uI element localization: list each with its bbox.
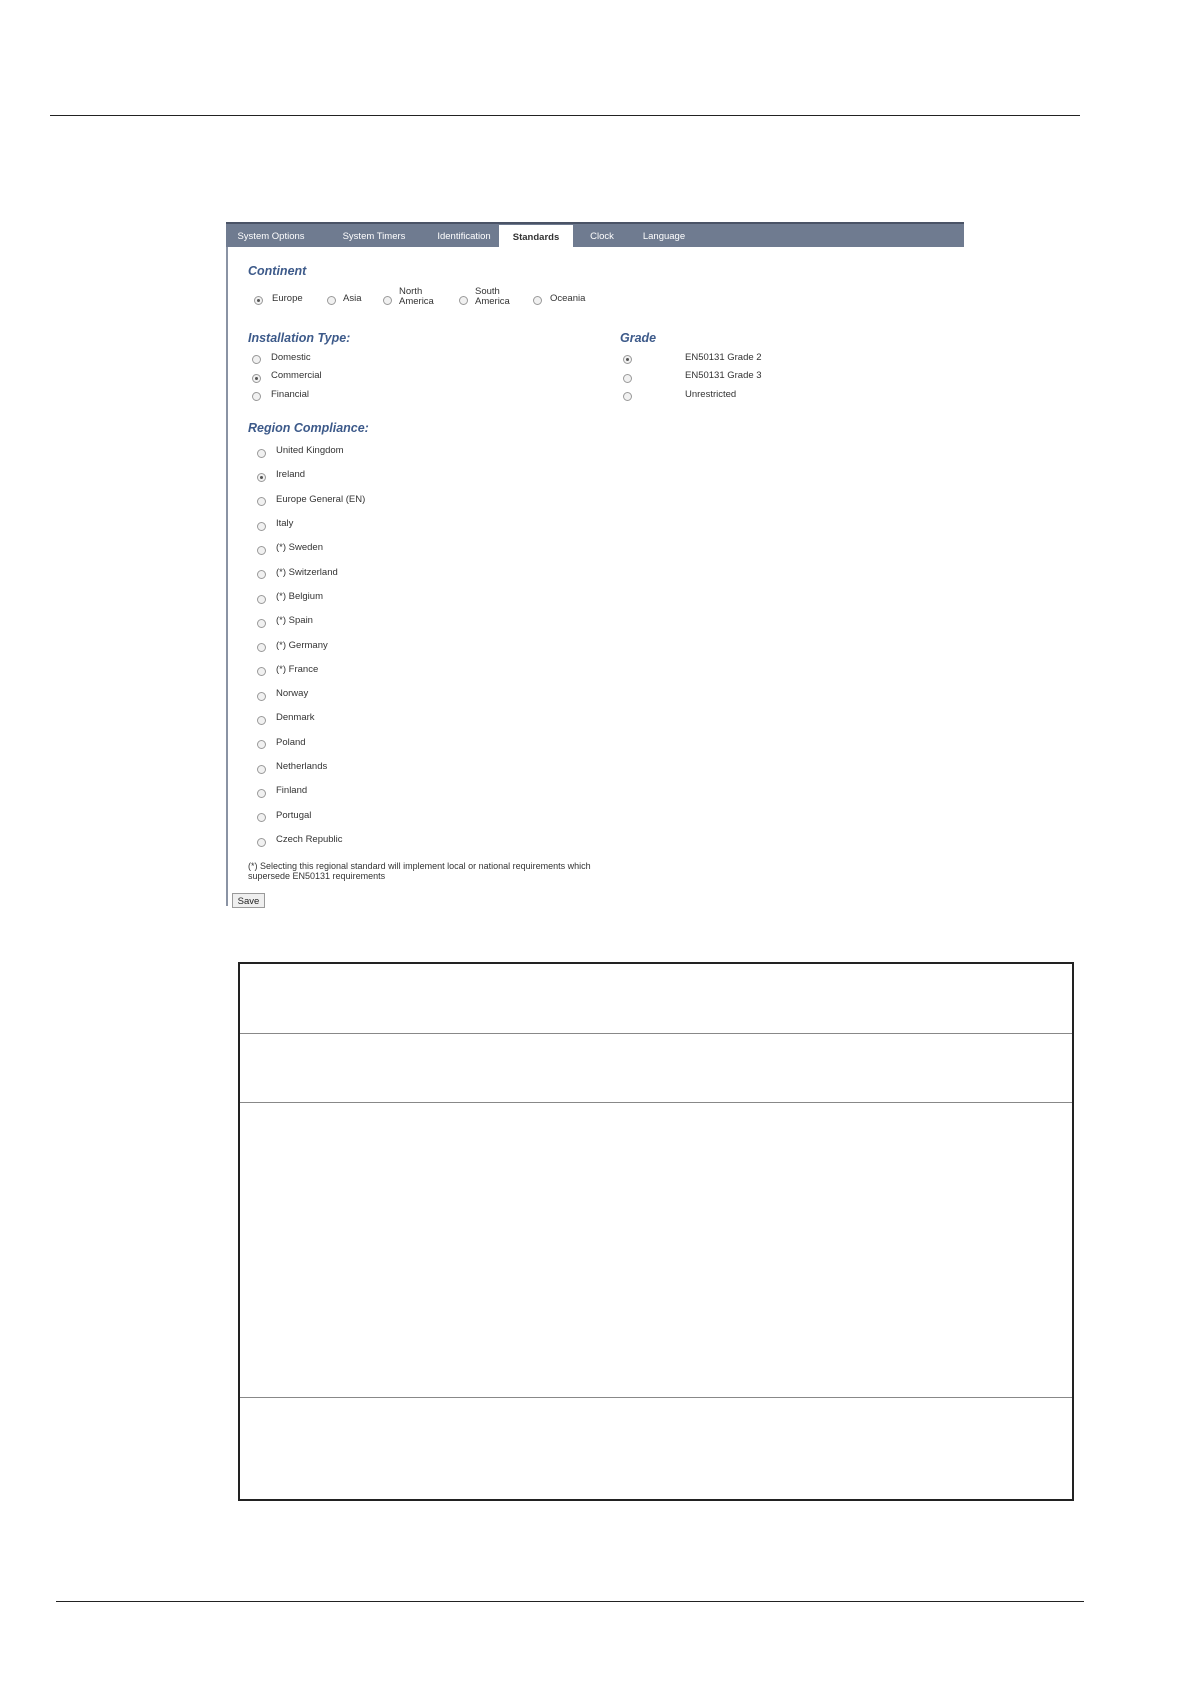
continent-asia-label: Asia: [343, 293, 362, 304]
continent-heading: Continent: [248, 264, 307, 278]
save-button[interactable]: Save: [232, 893, 265, 908]
region-norway-radio[interactable]: [257, 692, 266, 701]
continent-north-america-radio[interactable]: [383, 296, 392, 305]
table-row-divider: [240, 1102, 1072, 1103]
region-europe-general-radio[interactable]: [257, 497, 266, 506]
continent-south-america-radio[interactable]: [459, 296, 468, 305]
continent-south-america-label: South America: [475, 287, 510, 307]
tab-standards[interactable]: Standards: [499, 225, 573, 250]
continent-oceania-radio[interactable]: [533, 296, 542, 305]
installation-domestic-label: Domestic: [271, 352, 311, 363]
tab-clock[interactable]: Clock: [584, 224, 620, 247]
region-denmark-label: Denmark: [276, 712, 315, 723]
region-switzerland-radio[interactable]: [257, 570, 266, 579]
region-switzerland-label: (*) Switzerland: [276, 567, 338, 578]
continent-asia-radio[interactable]: [327, 296, 336, 305]
continent-europe-radio[interactable]: [254, 296, 263, 305]
tab-system-options[interactable]: System Options: [234, 224, 308, 247]
continent-north-america-line2: America: [399, 296, 434, 307]
region-spain-radio[interactable]: [257, 619, 266, 628]
installation-type-heading: Installation Type:: [248, 331, 351, 345]
continent-europe-label: Europe: [272, 293, 303, 304]
region-spain-label: (*) Spain: [276, 615, 313, 626]
region-united-kingdom-radio[interactable]: [257, 449, 266, 458]
table-row-divider: [240, 1397, 1072, 1398]
grade-2-radio[interactable]: [623, 355, 632, 364]
region-sweden-radio[interactable]: [257, 546, 266, 555]
region-united-kingdom-label: United Kingdom: [276, 445, 344, 456]
region-germany-label: (*) Germany: [276, 640, 328, 651]
empty-table: [238, 962, 1074, 1501]
region-italy-label: Italy: [276, 518, 294, 529]
grade-unrestricted-label: Unrestricted: [685, 389, 737, 400]
region-belgium-radio[interactable]: [257, 595, 266, 604]
installation-commercial-radio[interactable]: [252, 374, 261, 383]
footer-rule: [56, 1601, 1084, 1602]
regional-standard-footnote: (*) Selecting this regional standard wil…: [248, 861, 591, 881]
region-netherlands-radio[interactable]: [257, 765, 266, 774]
region-portugal-label: Portugal: [276, 810, 312, 821]
region-europe-general-label: Europe General (EN): [276, 494, 366, 505]
region-france-label: (*) France: [276, 664, 319, 675]
region-norway-label: Norway: [276, 688, 309, 699]
region-germany-radio[interactable]: [257, 643, 266, 652]
grade-3-radio[interactable]: [623, 374, 632, 383]
grade-3-label: EN50131 Grade 3: [685, 370, 762, 381]
grade-2-label: EN50131 Grade 2: [685, 352, 762, 363]
panel-border: [226, 222, 228, 906]
region-czech-republic-label: Czech Republic: [276, 834, 343, 845]
continent-north-america-label: North America: [399, 287, 434, 307]
tab-language[interactable]: Language: [636, 224, 692, 247]
region-czech-republic-radio[interactable]: [257, 838, 266, 847]
region-denmark-radio[interactable]: [257, 716, 266, 725]
region-finland-radio[interactable]: [257, 789, 266, 798]
region-compliance-heading: Region Compliance:: [248, 421, 369, 435]
installation-financial-label: Financial: [271, 389, 310, 400]
installation-commercial-label: Commercial: [271, 370, 322, 381]
installation-domestic-radio[interactable]: [252, 355, 261, 364]
region-italy-radio[interactable]: [257, 522, 266, 531]
continent-south-america-line2: America: [475, 296, 510, 307]
standards-screenshot: System Options System Timers Identificat…: [226, 222, 964, 908]
tab-identification[interactable]: Identification: [426, 224, 502, 247]
grade-unrestricted-radio[interactable]: [623, 392, 632, 401]
region-portugal-radio[interactable]: [257, 813, 266, 822]
region-ireland-radio[interactable]: [257, 473, 266, 482]
continent-oceania-label: Oceania: [550, 293, 586, 304]
region-finland-label: Finland: [276, 785, 308, 796]
region-sweden-label: (*) Sweden: [276, 542, 323, 553]
region-netherlands-label: Netherlands: [276, 761, 328, 772]
region-france-radio[interactable]: [257, 667, 266, 676]
region-belgium-label: (*) Belgium: [276, 591, 323, 602]
tab-bar: System Options System Timers Identificat…: [226, 222, 964, 250]
header-rule: [50, 115, 1080, 116]
region-poland-radio[interactable]: [257, 740, 266, 749]
grade-heading: Grade: [620, 331, 657, 345]
tab-system-timers[interactable]: System Timers: [339, 224, 409, 247]
region-ireland-label: Ireland: [276, 469, 306, 480]
installation-financial-radio[interactable]: [252, 392, 261, 401]
region-poland-label: Poland: [276, 737, 306, 748]
table-row-divider: [240, 1033, 1072, 1034]
